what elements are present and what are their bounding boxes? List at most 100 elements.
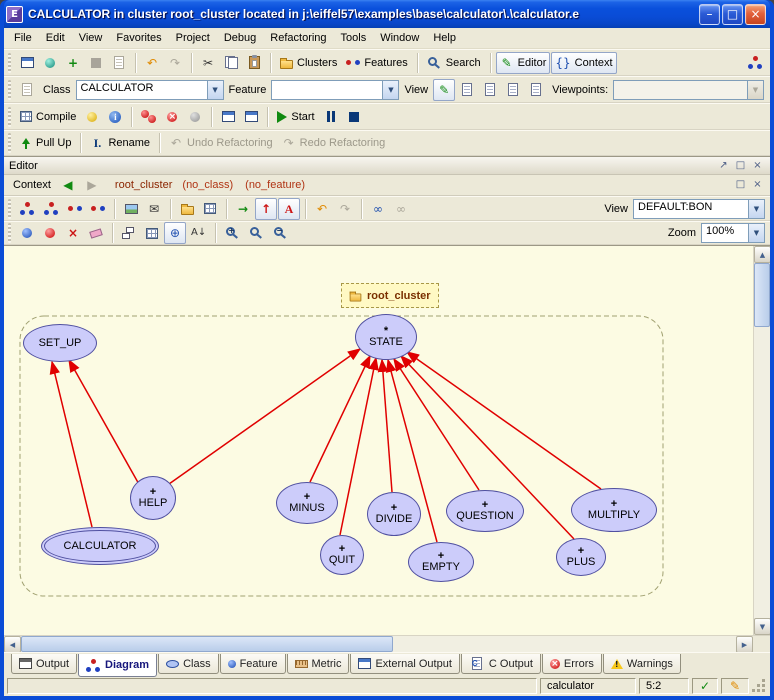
contract-view-button[interactable] — [479, 79, 501, 101]
tab-errors[interactable]: Errors — [542, 654, 602, 674]
remove-breakpoints-button[interactable] — [184, 106, 206, 128]
title-bar[interactable]: E CALCULATOR in cluster root_cluster loc… — [4, 0, 770, 28]
grid-layout-button[interactable] — [141, 222, 163, 244]
context-feature-name[interactable]: (no_feature) — [245, 179, 305, 191]
vertical-scroll-thumb[interactable] — [754, 263, 770, 327]
add-button[interactable]: + — [62, 52, 84, 74]
copy-button[interactable] — [220, 52, 242, 74]
pull-up-button[interactable]: Pull Up — [16, 132, 75, 154]
save-all-button[interactable] — [108, 52, 130, 74]
class-combobox-dropdown[interactable]: ▼ — [207, 81, 223, 99]
link-button[interactable]: ∞ — [367, 198, 389, 220]
feature-combobox[interactable]: ▼ — [271, 80, 399, 100]
export-image-button[interactable] — [120, 198, 142, 220]
scroll-left-button[interactable]: ◀ — [4, 636, 21, 653]
class-node-state[interactable]: *STATE — [355, 314, 417, 360]
viewpoints-combobox[interactable]: ▼ — [613, 80, 764, 100]
minimize-button[interactable]: – — [699, 4, 720, 25]
class-view-button[interactable] — [199, 198, 221, 220]
viewpoints-combobox-dropdown[interactable]: ▼ — [747, 81, 763, 99]
paste-button[interactable] — [243, 52, 265, 74]
erase-figure-button[interactable] — [85, 222, 107, 244]
cut-button[interactable]: ✂ — [197, 52, 219, 74]
enable-breakpoints-button[interactable] — [137, 106, 160, 128]
history-forward-button[interactable]: ▶ — [81, 174, 103, 196]
tab-c-output[interactable]: CC Output — [461, 654, 541, 674]
tree-layout-button[interactable] — [118, 222, 140, 244]
start-button[interactable]: Start — [273, 106, 318, 128]
delete-figure-button[interactable]: × — [62, 222, 84, 244]
diagram-canvas[interactable]: SET_UP*STATE+HELPCALCULATOR+MINUS+QUIT+D… — [4, 246, 753, 635]
inheritance-arrow[interactable] — [69, 360, 140, 486]
vertical-scroll-track[interactable] — [754, 263, 770, 618]
text-view-button[interactable]: ✎ — [433, 79, 455, 101]
menu-window[interactable]: Window — [373, 30, 426, 46]
redo-refactoring-button[interactable]: ↷Redo Refactoring — [278, 132, 390, 154]
toolbar-grip[interactable] — [8, 80, 11, 100]
class-combobox[interactable]: CALCULATOR ▼ — [76, 80, 224, 100]
class-node-multiply[interactable]: +MULTIPLY — [571, 488, 657, 532]
new-editor-button[interactable] — [16, 52, 38, 74]
inheritance-arrow[interactable] — [169, 349, 360, 484]
feature-combobox-dropdown[interactable]: ▼ — [382, 81, 398, 99]
scroll-up-button[interactable]: ▲ — [754, 246, 770, 263]
class-node-minus[interactable]: +MINUS — [276, 482, 338, 524]
undo-refactoring-button[interactable]: ↶Undo Refactoring — [165, 132, 277, 154]
toolbar-grip[interactable] — [8, 53, 11, 73]
tab-warnings[interactable]: Warnings — [603, 654, 681, 674]
maximize-context-button[interactable]: □ — [733, 178, 748, 192]
class-node-calculator[interactable]: CALCULATOR — [41, 527, 159, 565]
close-panel-button[interactable]: × — [750, 159, 765, 173]
maximize-panel-button[interactable]: □ — [733, 159, 748, 173]
menu-edit[interactable]: Edit — [39, 30, 72, 46]
inheritance-arrow[interactable] — [52, 362, 92, 527]
compile-button[interactable]: Compile — [16, 106, 80, 128]
undo-button[interactable]: ↶ — [141, 52, 163, 74]
class-node-question[interactable]: +QUESTION — [446, 490, 524, 532]
class-node-empty[interactable]: +EMPTY — [408, 542, 474, 582]
project-info-button[interactable] — [104, 106, 126, 128]
view-cluster-button[interactable] — [176, 198, 198, 220]
tab-class[interactable]: Class — [158, 654, 219, 674]
flat-view-button[interactable] — [502, 79, 524, 101]
resize-grip[interactable] — [752, 678, 767, 694]
cluster-label[interactable]: root_cluster — [341, 283, 439, 308]
menu-refactoring[interactable]: Refactoring — [263, 30, 333, 46]
zoom-out-button[interactable]: − — [269, 222, 292, 244]
class-node-plus[interactable]: +PLUS — [556, 538, 606, 576]
class-node-help[interactable]: +HELP — [130, 476, 176, 520]
stop-button[interactable] — [343, 106, 365, 128]
anchor-button[interactable] — [39, 222, 61, 244]
interface-view-button[interactable] — [525, 79, 547, 101]
horizontal-scroll-track[interactable] — [21, 636, 736, 652]
diagram-redo-button[interactable]: ↷ — [334, 198, 356, 220]
inheritance-link-tool-button[interactable] — [87, 198, 109, 220]
sort-button[interactable]: A↓ — [187, 222, 210, 244]
melt-button[interactable] — [81, 106, 103, 128]
debug-ignore-contracts-button[interactable] — [217, 106, 239, 128]
pause-button[interactable] — [320, 106, 342, 128]
zoom-fit-button[interactable] — [245, 222, 268, 244]
clusters-button[interactable]: Clusters — [276, 52, 341, 74]
tab-external-output[interactable]: External Output — [350, 654, 459, 674]
toggle-labels-button[interactable]: A — [278, 198, 300, 220]
inheritance-arrow[interactable] — [310, 356, 370, 482]
unlink-button[interactable]: ∞ — [390, 198, 412, 220]
menu-tools[interactable]: Tools — [334, 30, 374, 46]
diagram-view-combobox[interactable]: DEFAULT:BON ▼ — [633, 199, 765, 219]
scroll-down-button[interactable]: ▼ — [754, 618, 770, 635]
tab-output[interactable]: Output — [11, 654, 77, 674]
toolbar-grip[interactable] — [8, 107, 11, 127]
menu-favorites[interactable]: Favorites — [109, 30, 168, 46]
mail-diagram-button[interactable]: ✉ — [143, 198, 165, 220]
vertical-scrollbar[interactable]: ▲ ▼ — [753, 246, 770, 635]
history-back-button[interactable]: ◀ — [57, 174, 79, 196]
context-cluster-name[interactable]: root_cluster — [115, 179, 172, 191]
context-class-name[interactable]: (no_class) — [182, 179, 233, 191]
debug-run-workbench-button[interactable] — [240, 106, 262, 128]
toolbar-grip[interactable] — [8, 223, 11, 243]
toolbar-grip[interactable] — [8, 133, 11, 153]
disable-breakpoints-button[interactable] — [161, 106, 183, 128]
stop-application-button[interactable] — [85, 52, 107, 74]
tab-feature[interactable]: Feature — [220, 654, 286, 674]
